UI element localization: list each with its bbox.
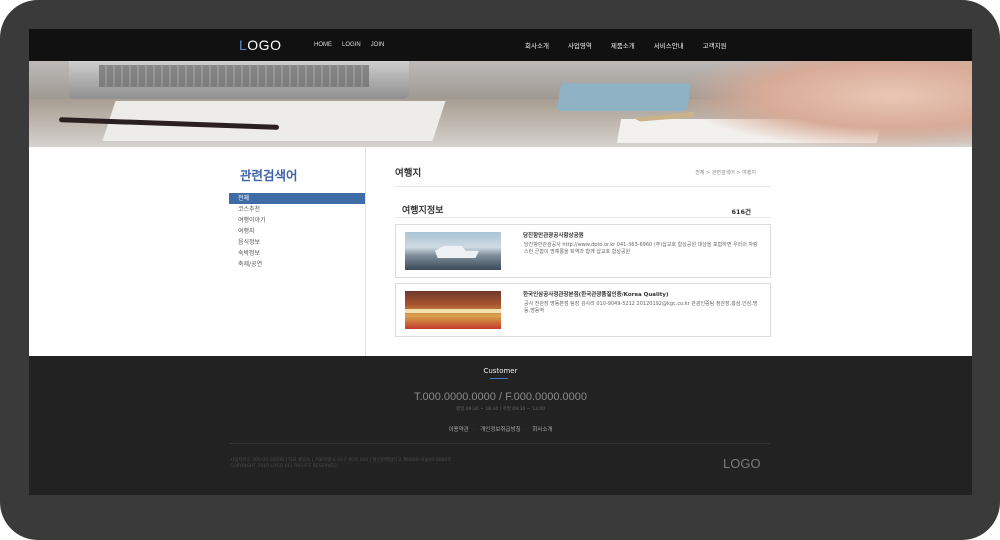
result-description: 당진항만관광공사 http://www.dpto.or.kr 041-363-6… xyxy=(524,242,758,255)
result-card[interactable]: 한국인삼공사정관장본점(한국관광품질인증/Korea Quality) 공사 전… xyxy=(395,283,771,337)
hero-keyboard xyxy=(99,65,369,87)
hero-tablet xyxy=(557,83,691,111)
sidebar-title: 관련검색어 xyxy=(240,168,298,183)
sidebar-item-all[interactable]: 전체 xyxy=(229,193,366,204)
device-frame: LOGO HOME LOGIN JOIN 회사소개 사업영역 제품소개 서비스안… xyxy=(0,0,1000,540)
sidebar-item-course[interactable]: 코스추천 xyxy=(229,204,366,215)
sidebar-list: 전체 코스추천 여행이야기 여행지 음식정보 숙박정보 축제/공연 xyxy=(229,193,366,270)
util-link-join[interactable]: JOIN xyxy=(371,42,385,48)
main-menu: 회사소개 사업영역 제품소개 서비스안내 고객지원 xyxy=(525,40,727,50)
footer-link-terms[interactable]: 이용약관 xyxy=(449,427,469,433)
site-logo[interactable]: LOGO xyxy=(239,37,281,53)
footer-link-privacy[interactable]: 개인정보취급방침 xyxy=(480,427,520,433)
menu-products[interactable]: 제품소개 xyxy=(611,40,635,50)
result-title[interactable]: 한국인삼공사정관장본점(한국관광품질인증/Korea Quality) xyxy=(523,290,668,298)
footer-link-company[interactable]: 회사소개 xyxy=(532,427,552,433)
util-link-home[interactable]: HOME xyxy=(314,42,332,48)
logo-text: OGO xyxy=(247,37,282,53)
footer-logo[interactable]: LOGO xyxy=(723,456,761,471)
sidebar: 관련검색어 전체 코스추천 여행이야기 여행지 음식정보 숙박정보 축제/공연 xyxy=(229,159,366,270)
sidebar-item-festival[interactable]: 축제/공연 xyxy=(229,259,366,270)
result-thumbnail-ship[interactable] xyxy=(405,232,501,270)
sidebar-item-destination[interactable]: 여행지 xyxy=(229,226,366,237)
footer-customer-label: Customer xyxy=(483,367,518,375)
menu-support[interactable]: 고객지원 xyxy=(703,40,727,50)
section-title: 여행지정보 xyxy=(402,206,444,216)
store-shelf-shape xyxy=(405,309,501,313)
footer-links: 이용약관 · 개인정보취급방침 · 회사소개 xyxy=(29,425,972,433)
footer-address-block: 사업자번호 000-00-00000 | 대표 홍길동 | 서울특별시 00구 … xyxy=(230,458,451,470)
footer-link-separator: · xyxy=(524,427,527,433)
sidebar-item-story[interactable]: 여행이야기 xyxy=(229,215,366,226)
sidebar-item-lodging[interactable]: 숙박정보 xyxy=(229,248,366,259)
menu-business[interactable]: 사업영역 xyxy=(568,40,592,50)
top-navigation-bar: LOGO HOME LOGIN JOIN 회사소개 사업영역 제품소개 서비스안… xyxy=(29,29,972,61)
browser-screen: LOGO HOME LOGIN JOIN 회사소개 사업영역 제품소개 서비스안… xyxy=(29,29,972,495)
footer-copyright: COPYRIGHT 2019 LOGO ALL RIGHTS RESERVED. xyxy=(230,464,339,469)
result-count: 616건 xyxy=(731,208,751,216)
footer: Customer T.000.0000.0000 / F.000.0000.00… xyxy=(29,356,972,495)
footer-hours: 평일 09:30 ~ 18:30 / 주말 09:30 ~ 13:00 xyxy=(456,407,545,412)
result-card[interactable]: 당진항만관광공사함상공원 당진항만관광공사 http://www.dpto.or… xyxy=(395,224,771,278)
hero-banner-image xyxy=(29,61,972,147)
menu-services[interactable]: 서비스안내 xyxy=(654,40,684,50)
result-thumbnail-store[interactable] xyxy=(405,291,501,329)
footer-link-separator: · xyxy=(472,427,475,433)
result-title[interactable]: 당진항만관광공사함상공원 xyxy=(523,231,584,239)
sidebar-item-food[interactable]: 음식정보 xyxy=(229,237,366,248)
footer-phone: T.000.0000.0000 / F.000.0000.0000 xyxy=(413,391,588,403)
section-divider xyxy=(395,217,771,218)
page-title: 여행지 xyxy=(395,168,422,179)
menu-company[interactable]: 회사소개 xyxy=(525,40,549,50)
ship-shape xyxy=(435,246,479,258)
footer-label-underline xyxy=(490,378,508,379)
content-divider xyxy=(365,147,366,356)
result-description: 공사 전관장 명동본점 팀장 김사라 010-9049-5212 2012019… xyxy=(524,301,758,314)
hero-hand xyxy=(689,61,972,147)
footer-divider xyxy=(229,443,770,444)
title-divider xyxy=(395,186,771,187)
breadcrumb: 전체 > 관련검색어 > 여행지 xyxy=(695,170,756,176)
util-link-login[interactable]: LOGIN xyxy=(342,42,361,48)
utility-links: HOME LOGIN JOIN xyxy=(314,42,384,48)
